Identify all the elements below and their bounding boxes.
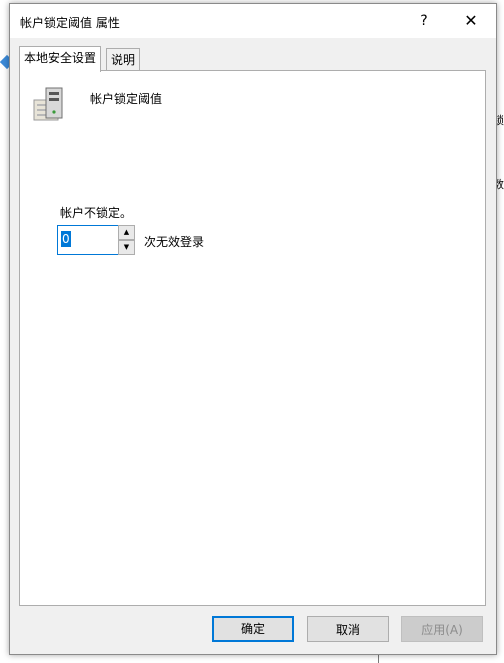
dialog-title: 帐户锁定阈值 属性 bbox=[20, 16, 120, 30]
ok-button[interactable]: 确定 bbox=[212, 616, 294, 642]
invalid-attempts-label: 次无效登录 bbox=[144, 235, 205, 249]
tab-explain[interactable]: 说明 bbox=[106, 48, 141, 71]
threshold-spinner: ▲ ▼ bbox=[118, 225, 135, 255]
spin-up-button[interactable]: ▲ bbox=[118, 225, 135, 240]
lockout-status-label: 帐户不锁定。 bbox=[60, 206, 133, 220]
title-bar[interactable]: 帐户锁定阈值 属性 ? ✕ bbox=[10, 4, 496, 38]
tab-local-security-setting[interactable]: 本地安全设置 bbox=[19, 46, 102, 72]
apply-button[interactable]: 应用(A) bbox=[401, 616, 483, 642]
tab-panel bbox=[19, 70, 486, 606]
threshold-input[interactable]: 0 bbox=[57, 225, 119, 255]
help-button[interactable]: ? bbox=[408, 8, 440, 34]
server-icon bbox=[33, 87, 63, 121]
cancel-button[interactable]: 取消 bbox=[307, 616, 389, 642]
properties-dialog: 帐户锁定阈值 属性 ? ✕ 本地安全设置 说明 帐户锁定阈值 帐户不锁定。 0 … bbox=[9, 3, 497, 655]
close-button[interactable]: ✕ bbox=[454, 8, 488, 34]
threshold-value: 0 bbox=[61, 231, 71, 247]
policy-name: 帐户锁定阈值 bbox=[90, 92, 163, 106]
spin-down-button[interactable]: ▼ bbox=[118, 240, 135, 255]
